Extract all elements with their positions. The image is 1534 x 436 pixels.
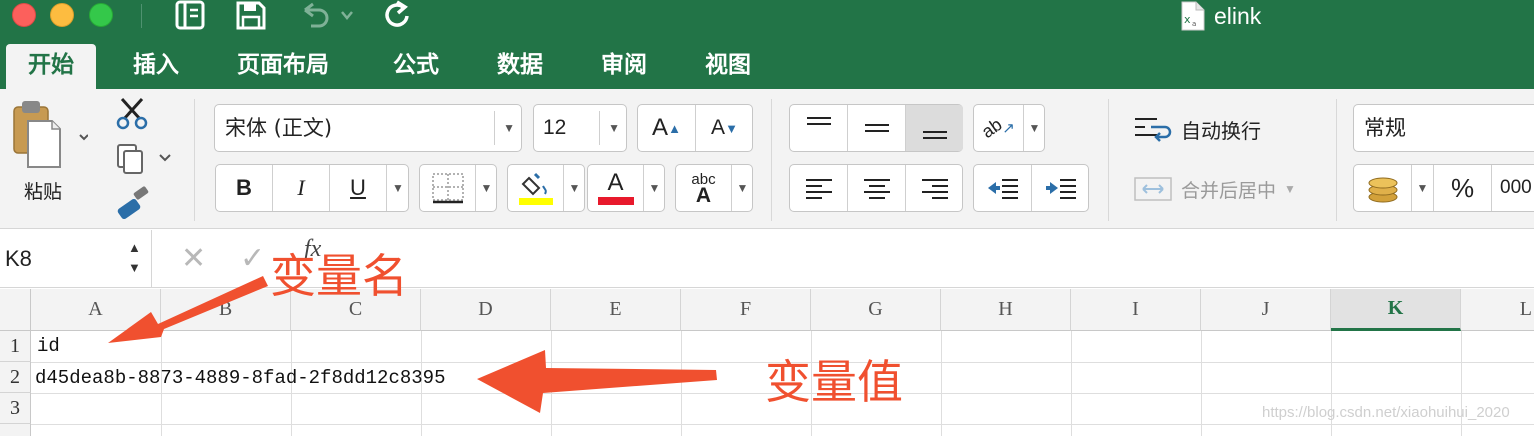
arrow-to-variable-value	[477, 350, 717, 413]
arrow-to-variable-name	[108, 276, 268, 343]
annotation-variable-value: 变量值	[765, 355, 903, 409]
watermark: https://blog.csdn.net/xiaohuihui_2020	[1262, 404, 1510, 421]
annotation-variable-name: 变量名	[270, 249, 408, 303]
